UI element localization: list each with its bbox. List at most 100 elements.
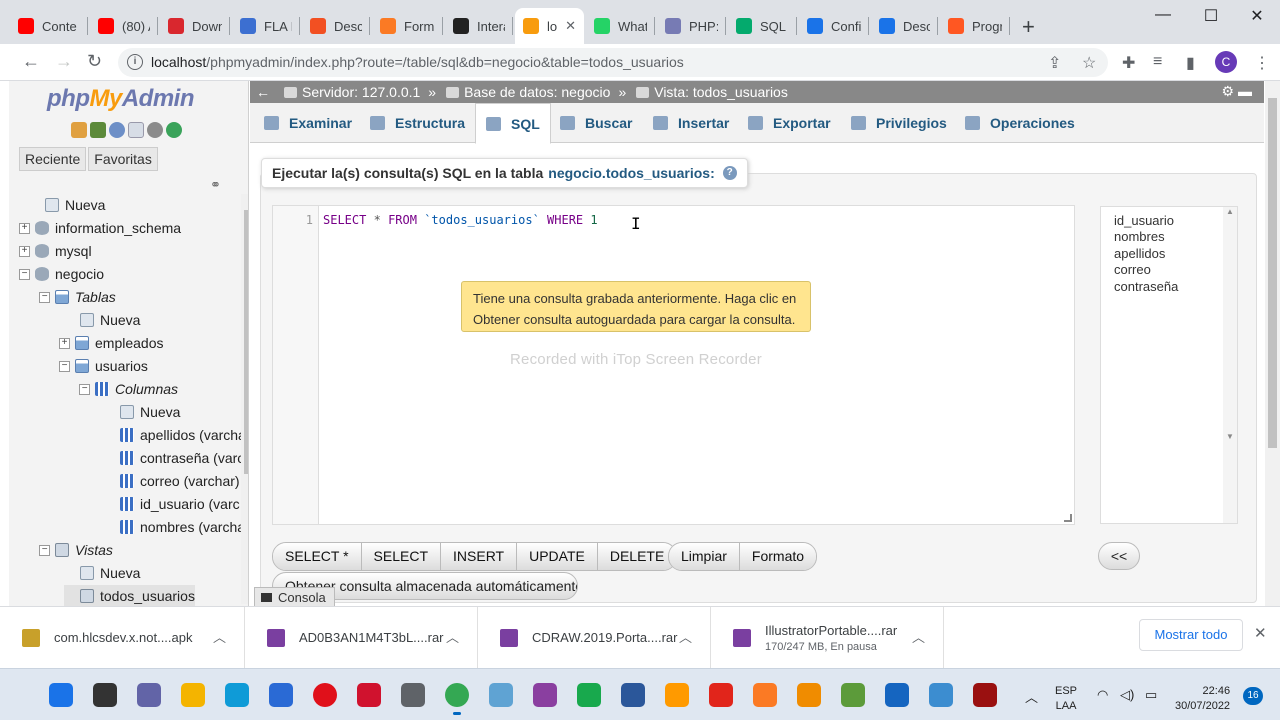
nav-scrollbar[interactable]	[241, 194, 248, 604]
browser-tab[interactable]: Intera	[445, 8, 513, 44]
browser-tab[interactable]: Conte	[10, 8, 88, 44]
tab-buscar[interactable]: Buscar	[550, 103, 642, 143]
xampp-icon[interactable]	[753, 683, 777, 707]
browser-tab[interactable]: Progr	[940, 8, 1010, 44]
help-icon[interactable]	[109, 122, 125, 138]
collapse-icon[interactable]: −	[39, 291, 50, 303]
tab-privilegios[interactable]: Privilegios	[841, 103, 957, 143]
illustrator-icon[interactable]	[665, 683, 689, 707]
chevron-up-icon[interactable]: ︿	[679, 627, 692, 646]
browser-tab[interactable]: Down	[160, 8, 230, 44]
bookmark-star-icon[interactable]: ☆	[1082, 53, 1096, 73]
maximize-icon[interactable]: ☐	[1188, 6, 1234, 26]
browser-tab[interactable]: (80) A	[90, 8, 158, 44]
notification-badge[interactable]: 16	[1243, 687, 1263, 705]
select-all-button[interactable]: SELECT *	[273, 543, 362, 570]
logout-icon[interactable]	[90, 122, 106, 138]
show-all-downloads-button[interactable]: Mostrar todo	[1139, 619, 1243, 651]
home-icon[interactable]	[71, 122, 87, 138]
browser-tab[interactable]: Whats	[586, 8, 655, 44]
tree-item[interactable]: − Tablas	[39, 286, 116, 308]
expand-icon[interactable]: +	[59, 337, 70, 349]
column-option[interactable]: apellidos	[1114, 246, 1165, 261]
animate-icon[interactable]	[973, 683, 997, 707]
tree-item[interactable]: + mysql	[19, 240, 92, 262]
chevron-up-icon[interactable]: ︿	[912, 627, 925, 646]
edge-icon[interactable]	[225, 683, 249, 707]
browser-tab[interactable]: SQL C	[728, 8, 797, 44]
menu-icon[interactable]: ⋮	[1254, 53, 1270, 73]
start-icon[interactable]	[49, 683, 73, 707]
tree-item[interactable]: apellidos (varcha	[104, 424, 246, 446]
docs-icon[interactable]	[128, 122, 144, 138]
tree-item[interactable]: contraseña (varc	[104, 447, 244, 469]
tree-item[interactable]: id_usuario (varc	[104, 493, 240, 515]
profile-avatar[interactable]: C	[1215, 51, 1237, 73]
store-icon[interactable]	[269, 683, 293, 707]
clock[interactable]: 22:46 30/07/2022	[1175, 684, 1230, 714]
itop-recorder-icon[interactable]	[357, 683, 381, 707]
download-item[interactable]: CDRAW.2019.Porta....rar ︿	[478, 607, 711, 668]
download-item[interactable]: AD0B3AN1M4T3bL....rar ︿	[245, 607, 478, 668]
browser-tab[interactable]: Desca	[302, 8, 370, 44]
defender-icon[interactable]	[885, 683, 909, 707]
opera-icon[interactable]	[313, 683, 337, 707]
side-panel-icon[interactable]: ▮	[1186, 53, 1195, 73]
settings-icon[interactable]	[401, 683, 425, 707]
column-option[interactable]: nombres	[1114, 229, 1165, 244]
chevron-up-icon[interactable]: ︿	[446, 627, 459, 646]
download-item[interactable]: IllustratorPortable....rar 170/247 MB, En…	[711, 607, 944, 668]
breadcrumb-database[interactable]: Base de datos: negocio	[464, 84, 610, 100]
browser-tab[interactable]: Form	[372, 8, 443, 44]
media-control-icon[interactable]: ≡	[1153, 53, 1162, 71]
delete-button[interactable]: DELETE	[597, 543, 677, 570]
tree-item[interactable]: Nueva	[64, 562, 140, 584]
tab-estructura[interactable]: Estructura	[360, 103, 475, 143]
collapse-nav-icon[interactable]: ←	[256, 84, 270, 100]
tree-item[interactable]: todos_usuarios	[64, 585, 195, 606]
close-window-icon[interactable]: ✕	[1234, 6, 1280, 26]
clear-button[interactable]: Limpiar	[669, 543, 740, 570]
back-icon[interactable]: ←	[22, 51, 40, 72]
reload-icon[interactable]: ↻	[87, 51, 102, 72]
share-icon[interactable]: ⇪	[1048, 53, 1061, 73]
insert-column-button[interactable]: <<	[1098, 542, 1140, 570]
tree-item[interactable]: − negocio	[19, 263, 104, 285]
tree-item[interactable]: Nueva	[64, 309, 140, 331]
sql-target-table[interactable]: negocio.todos_usuarios:	[548, 165, 714, 181]
browser-tab[interactable]: Desca	[871, 8, 938, 44]
tab-reciente[interactable]: Reciente	[19, 147, 87, 171]
columns-list[interactable]: id_usuario nombres apellidos correo cont…	[1100, 206, 1238, 524]
address-bar[interactable]: i localhost/phpmyadmin/index.php?route=/…	[118, 48, 1108, 77]
collapse-icon[interactable]: −	[19, 268, 30, 280]
browser-tab[interactable]: Confi	[799, 8, 869, 44]
settings-icon[interactable]	[147, 122, 163, 138]
column-option[interactable]: correo	[1114, 262, 1151, 277]
tab-operaciones[interactable]: Operaciones	[955, 103, 1085, 143]
browser-tab[interactable]: lo ✕	[515, 8, 584, 44]
resize-handle[interactable]	[1064, 514, 1072, 522]
close-shelf-icon[interactable]: ✕	[1254, 624, 1267, 642]
input-language[interactable]: ESP LAA	[1055, 684, 1077, 714]
tree-item[interactable]: − Columnas	[79, 378, 178, 400]
extensions-icon[interactable]: ✚	[1122, 53, 1135, 73]
expand-icon[interactable]: +	[19, 245, 30, 257]
acrobat-icon[interactable]	[709, 683, 733, 707]
notepad-icon[interactable]	[577, 683, 601, 707]
tab-insertar[interactable]: Insertar	[643, 103, 739, 143]
volume-icon[interactable]: ◁)	[1120, 687, 1134, 703]
breadcrumb-server[interactable]: Servidor: 127.0.0.1	[302, 84, 420, 100]
breadcrumb-view[interactable]: Vista: todos_usuarios	[654, 84, 788, 100]
word-icon[interactable]	[621, 683, 645, 707]
refresh-icon[interactable]	[166, 122, 182, 138]
winrar-icon[interactable]	[533, 683, 557, 707]
tree-item[interactable]: nombres (varcha	[104, 516, 245, 538]
task-view-icon[interactable]	[93, 683, 117, 707]
tree-item[interactable]: − Vistas	[39, 539, 113, 561]
insert-button[interactable]: INSERT	[441, 543, 518, 570]
tab-sql[interactable]: SQL	[475, 103, 551, 144]
close-tab-icon[interactable]: ✕	[565, 18, 576, 34]
tree-item[interactable]: Nueva	[29, 194, 105, 216]
select-button[interactable]: SELECT	[361, 543, 442, 570]
tree-item[interactable]: − usuarios	[59, 355, 148, 377]
